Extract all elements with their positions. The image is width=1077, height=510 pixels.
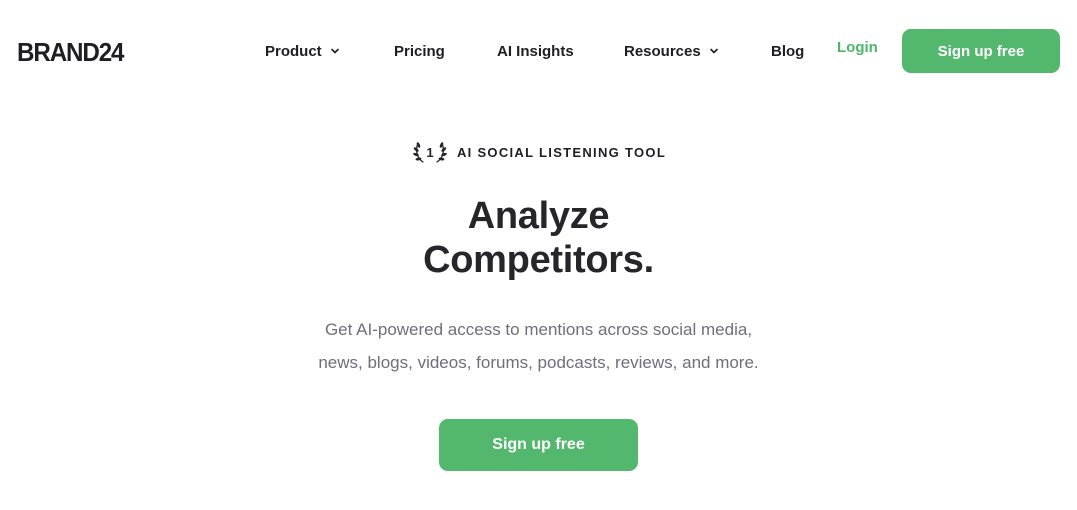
- hero-subtext-line: news, blogs, videos, forums, podcasts, r…: [318, 353, 759, 372]
- page: BRAND24 Product Pricing AI Insights Reso…: [0, 0, 1077, 510]
- hero-subtext: Get AI-powered access to mentions across…: [0, 313, 1077, 379]
- hero-headline: Analyze Competitors.: [0, 194, 1077, 282]
- hero-headline-line: Analyze: [467, 195, 610, 237]
- chevron-down-icon: [330, 46, 340, 56]
- hero-eyebrow: 1 AI SOCIAL LISTENING TOOL: [0, 138, 1077, 166]
- nav-item-label: Product: [265, 42, 322, 60]
- hero-eyebrow-text: AI SOCIAL LISTENING TOOL: [456, 144, 667, 160]
- nav-item-label: Blog: [771, 42, 805, 60]
- nav-item-pricing[interactable]: Pricing: [394, 40, 445, 62]
- nav-item-label: AI Insights: [497, 42, 574, 60]
- site-header: BRAND24 Product Pricing AI Insights Reso…: [0, 0, 1077, 100]
- nav-item-product[interactable]: Product: [265, 40, 340, 62]
- brand-logo[interactable]: BRAND24: [17, 37, 125, 67]
- hero-headline-line: Competitors.: [423, 239, 654, 281]
- nav-item-label: Resources: [624, 42, 701, 60]
- login-link[interactable]: Login: [837, 39, 878, 61]
- nav-item-label: Pricing: [394, 42, 445, 60]
- nav-item-ai-insights[interactable]: AI Insights: [497, 40, 574, 62]
- laurel-wreath-icon: 1: [413, 142, 447, 163]
- nav-item-blog[interactable]: Blog: [771, 40, 804, 62]
- badge-number: 1: [426, 145, 433, 160]
- header-signup-button[interactable]: Sign up free: [902, 29, 1060, 73]
- chevron-down-icon: [709, 46, 719, 56]
- hero-subtext-line: Get AI-powered access to mentions across…: [324, 320, 753, 339]
- nav-item-resources[interactable]: Resources: [624, 40, 719, 62]
- hero-signup-button[interactable]: Sign up free: [439, 419, 638, 471]
